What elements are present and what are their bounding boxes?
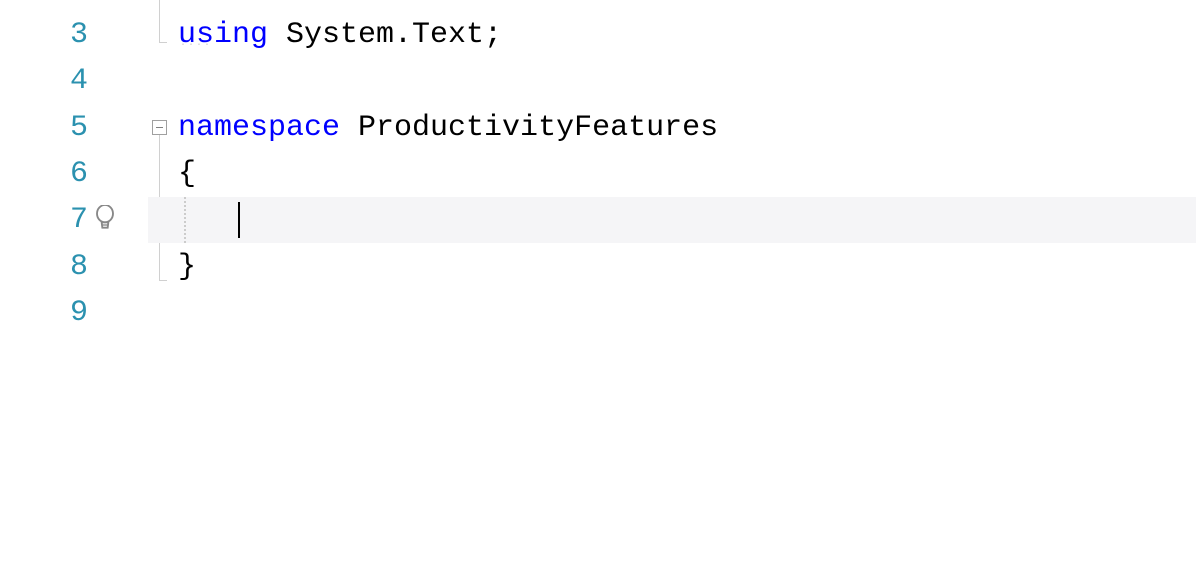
line-number: 8 [48, 244, 88, 290]
gutter: 3 4 5 6 7 8 9 [0, 0, 130, 576]
code-line: using System.Text; [178, 12, 1196, 58]
code-text: ProductivityFeatures [340, 111, 718, 145]
code-area[interactable]: ···· using System.Text; namespace Produc… [130, 0, 1196, 576]
code-text: } [178, 250, 196, 284]
code-line: { [178, 151, 1196, 197]
line-number: 9 [48, 290, 88, 336]
fold-toggle[interactable] [152, 120, 167, 135]
code-editor[interactable]: 3 4 5 6 7 8 9 ···· using System.Text; [0, 0, 1196, 576]
text-cursor [238, 202, 240, 238]
line-number: 7 [48, 197, 88, 243]
code-text: { [178, 157, 196, 191]
keyword: namespace [178, 111, 340, 145]
code-line: } [178, 244, 1196, 290]
outline-guide [159, 0, 160, 42]
lightbulb-icon[interactable] [94, 205, 116, 229]
keyword: using [178, 18, 268, 52]
code-line: namespace ProductivityFeatures [178, 105, 1196, 151]
outline-guide-end [159, 42, 167, 43]
line-number: 5 [48, 105, 88, 151]
line-number: 4 [48, 58, 88, 104]
line-number: 3 [48, 12, 88, 58]
line-number: 6 [48, 151, 88, 197]
code-text: System.Text; [268, 18, 502, 52]
current-line-highlight [148, 197, 1196, 243]
outline-guide-end [159, 280, 167, 281]
indent-guide [184, 197, 186, 243]
